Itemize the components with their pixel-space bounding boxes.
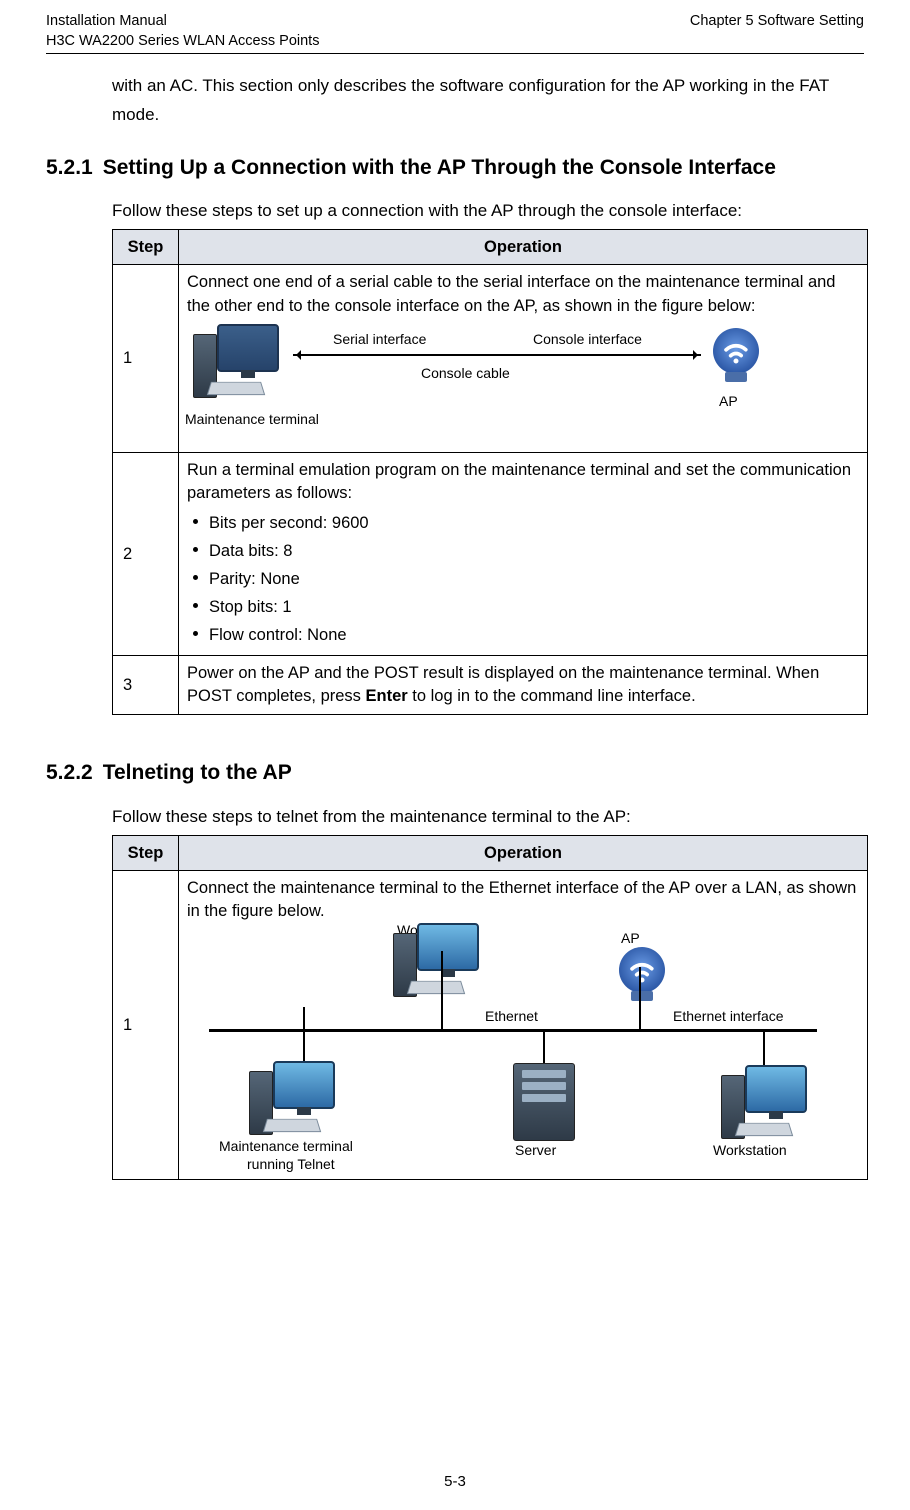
step-cell: 1 (113, 265, 179, 452)
section-521-number: 5.2.1 (46, 156, 93, 179)
workstation-bottom-label: Workstation (713, 1141, 787, 1161)
pc-monitor-icon (745, 1065, 807, 1113)
section-521-lead: Follow these steps to set up a connectio… (112, 200, 864, 223)
maintenance-terminal-icon: Maintenance terminal (193, 324, 289, 402)
ap-label: AP (621, 929, 640, 949)
wifi-icon (721, 336, 751, 366)
op-text: Run a terminal emulation program on the … (187, 459, 859, 505)
header-left-line2: H3C WA2200 Series WLAN Access Points (46, 32, 319, 52)
server-label: Server (515, 1141, 556, 1161)
section-522-lead: Follow these steps to telnet from the ma… (112, 806, 864, 829)
maintenance-terminal-label-1: Maintenance terminal (219, 1137, 353, 1157)
console-connection-diagram: Maintenance terminal Serial interface Co… (193, 324, 773, 444)
serial-interface-label: Serial interface (333, 330, 426, 350)
list-item: Parity: None (187, 565, 859, 593)
section-521-title: Setting Up a Connection with the AP Thro… (103, 156, 776, 179)
ethernet-line (209, 1029, 817, 1032)
operation-cell: Connect one end of a serial cable to the… (179, 265, 868, 452)
page-header: Installation Manual H3C WA2200 Series WL… (46, 12, 864, 51)
pc-keyboard-icon (735, 1123, 793, 1136)
pc-keyboard-icon (407, 981, 465, 994)
workstation-bottom-icon (721, 1065, 817, 1145)
header-left-line1: Installation Manual (46, 12, 319, 32)
table-row: 1 Connect the maintenance terminal to th… (113, 870, 868, 1179)
op-text-post: to log in to the command line interface. (408, 687, 696, 705)
operation-cell: Power on the AP and the POST result is d… (179, 656, 868, 715)
pc-keyboard-icon (207, 382, 265, 395)
col-step-header: Step (113, 835, 179, 870)
page: Installation Manual H3C WA2200 Series WL… (0, 0, 910, 1510)
intro-paragraph: with an AC. This section only describes … (112, 72, 864, 130)
table-row: 3 Power on the AP and the POST result is… (113, 656, 868, 715)
operation-cell: Run a terminal emulation program on the … (179, 452, 868, 655)
ap-wireless-icon (713, 328, 759, 374)
ethernet-label: Ethernet (485, 1007, 538, 1027)
op-text: Connect one end of a serial cable to the… (187, 271, 859, 317)
pc-monitor-icon (273, 1061, 335, 1109)
table-521: Step Operation 1 Connect one end of a se… (112, 229, 868, 715)
list-item: Data bits: 8 (187, 537, 859, 565)
header-divider (46, 53, 864, 54)
maintenance-terminal-label-2: running Telnet (247, 1155, 335, 1175)
drop-line (639, 967, 641, 1031)
console-interface-label: Console interface (533, 330, 642, 350)
section-522-title: Telneting to the AP (103, 761, 292, 784)
console-cable-label: Console cable (421, 364, 510, 384)
table-row: Step Operation (113, 835, 868, 870)
step-cell: 1 (113, 870, 179, 1179)
header-left: Installation Manual H3C WA2200 Series WL… (46, 12, 319, 51)
ethernet-interface-label: Ethernet interface (673, 1007, 784, 1027)
step-cell: 2 (113, 452, 179, 655)
pc-monitor-icon (417, 923, 479, 971)
step-cell: 3 (113, 656, 179, 715)
list-item: Bits per second: 9600 (187, 509, 859, 537)
ap-base-icon (631, 991, 653, 1001)
list-item: Flow control: None (187, 621, 859, 649)
table-522: Step Operation 1 Connect the maintenance… (112, 835, 868, 1180)
section-521-heading: 5.2.1 Setting Up a Connection with the AP… (46, 154, 864, 182)
ap-label: AP (719, 392, 738, 412)
telnet-lan-diagram: Workstation AP Ethernet Etherne (203, 927, 843, 1173)
table-row: 2 Run a terminal emulation program on th… (113, 452, 868, 655)
header-right-line2: Chapter 5 Software Setting (690, 12, 864, 32)
op-text: Connect the maintenance terminal to the … (187, 877, 859, 923)
list-item: Stop bits: 1 (187, 593, 859, 621)
page-number: 5-3 (0, 1472, 910, 1492)
operation-cell: Connect the maintenance terminal to the … (179, 870, 868, 1179)
pc-monitor-icon (217, 324, 279, 372)
op-text-bold: Enter (366, 687, 408, 705)
col-step-header: Step (113, 230, 179, 265)
maintenance-terminal-label: Maintenance terminal (185, 410, 319, 430)
table-row: Step Operation (113, 230, 868, 265)
console-cable-line (293, 354, 701, 356)
ap-wireless-icon (619, 947, 665, 993)
ap-icon: AP (705, 328, 767, 390)
col-operation-header: Operation (179, 230, 868, 265)
wifi-icon (627, 955, 657, 985)
drop-line (441, 951, 443, 1031)
col-operation-header: Operation (179, 835, 868, 870)
server-icon (513, 1063, 575, 1141)
section-522-heading: 5.2.2 Telneting to the AP (46, 759, 864, 787)
section-522-number: 5.2.2 (46, 761, 93, 784)
ap-base-icon (725, 372, 747, 382)
comm-params-list: Bits per second: 9600 Data bits: 8 Parit… (187, 509, 859, 649)
pc-keyboard-icon (263, 1119, 321, 1132)
table-row: 1 Connect one end of a serial cable to t… (113, 265, 868, 452)
header-right: Chapter 5 Software Setting (690, 12, 864, 51)
